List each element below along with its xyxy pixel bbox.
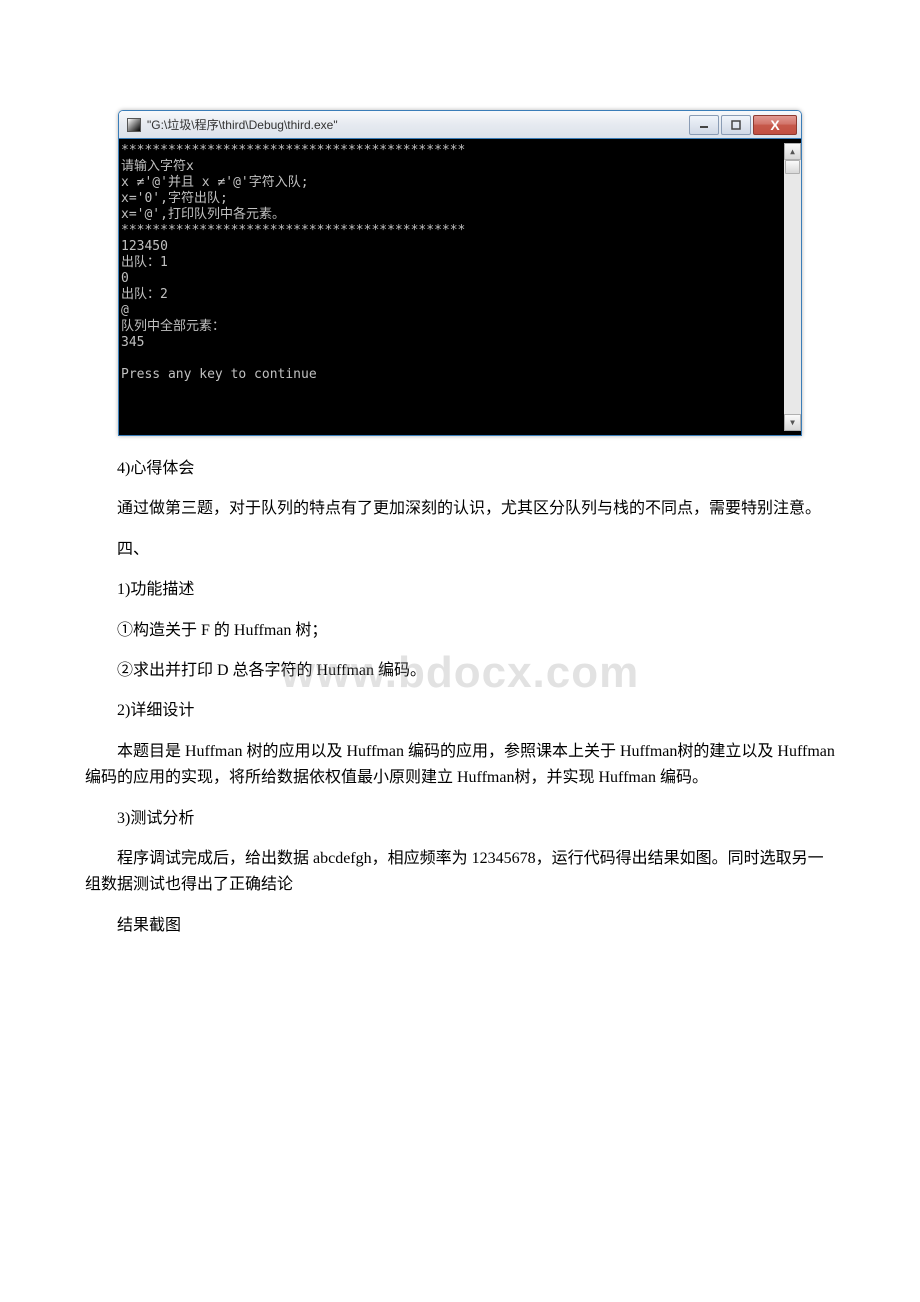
paragraph: 四、 bbox=[85, 537, 835, 563]
paragraph: 通过做第三题，对于队列的特点有了更加深刻的认识，尤其区分队列与栈的不同点，需要特… bbox=[85, 496, 835, 522]
maximize-icon bbox=[731, 120, 741, 130]
paragraph-text: 程序调试完成后，给出数据 abcdefgh，相应频率为 12345678，运行代… bbox=[85, 850, 824, 893]
console-output: ****************************************… bbox=[119, 143, 784, 431]
paragraph: 结果截图 bbox=[85, 913, 835, 939]
paragraph: 3)测试分析 bbox=[85, 806, 835, 832]
paragraph: 4)心得体会 bbox=[85, 456, 835, 482]
window-controls: X bbox=[687, 115, 797, 135]
scroll-track[interactable] bbox=[784, 160, 801, 414]
maximize-button[interactable] bbox=[721, 115, 751, 135]
vertical-scrollbar[interactable]: ▲ ▼ bbox=[784, 143, 801, 431]
paragraph: ②求出并打印 D 总各字符的 Huffman 编码。 bbox=[85, 658, 835, 684]
scroll-up-arrow-icon[interactable]: ▲ bbox=[784, 143, 801, 160]
minimize-icon bbox=[699, 120, 709, 130]
paragraph-text: 通过做第三题，对于队列的特点有了更加深刻的认识，尤其区分队列与栈的不同点，需要特… bbox=[117, 500, 821, 517]
console-app-icon bbox=[127, 118, 141, 132]
window-title: "G:\垃圾\程序\third\Debug\third.exe" bbox=[147, 116, 687, 133]
paragraph: 本题目是 Huffman 树的应用以及 Huffman 编码的应用，参照课本上关… bbox=[85, 739, 835, 792]
console-window: "G:\垃圾\程序\third\Debug\third.exe" X *****… bbox=[118, 110, 802, 436]
paragraph: 2)详细设计 bbox=[85, 698, 835, 724]
paragraph-text: 本题目是 Huffman 树的应用以及 Huffman 编码的应用，参照课本上关… bbox=[85, 743, 835, 786]
scroll-thumb[interactable] bbox=[785, 160, 800, 174]
document-body: 4)心得体会 通过做第三题，对于队列的特点有了更加深刻的认识，尤其区分队列与栈的… bbox=[85, 456, 835, 939]
paragraph: 1)功能描述 bbox=[85, 577, 835, 603]
scroll-down-arrow-icon[interactable]: ▼ bbox=[784, 414, 801, 431]
paragraph: ①构造关于 F 的 Huffman 树； bbox=[85, 618, 835, 644]
minimize-button[interactable] bbox=[689, 115, 719, 135]
paragraph: 程序调试完成后，给出数据 abcdefgh，相应频率为 12345678，运行代… bbox=[85, 846, 835, 899]
window-titlebar: "G:\垃圾\程序\third\Debug\third.exe" X bbox=[119, 111, 801, 139]
console-body: ****************************************… bbox=[119, 139, 801, 435]
close-button[interactable]: X bbox=[753, 115, 797, 135]
